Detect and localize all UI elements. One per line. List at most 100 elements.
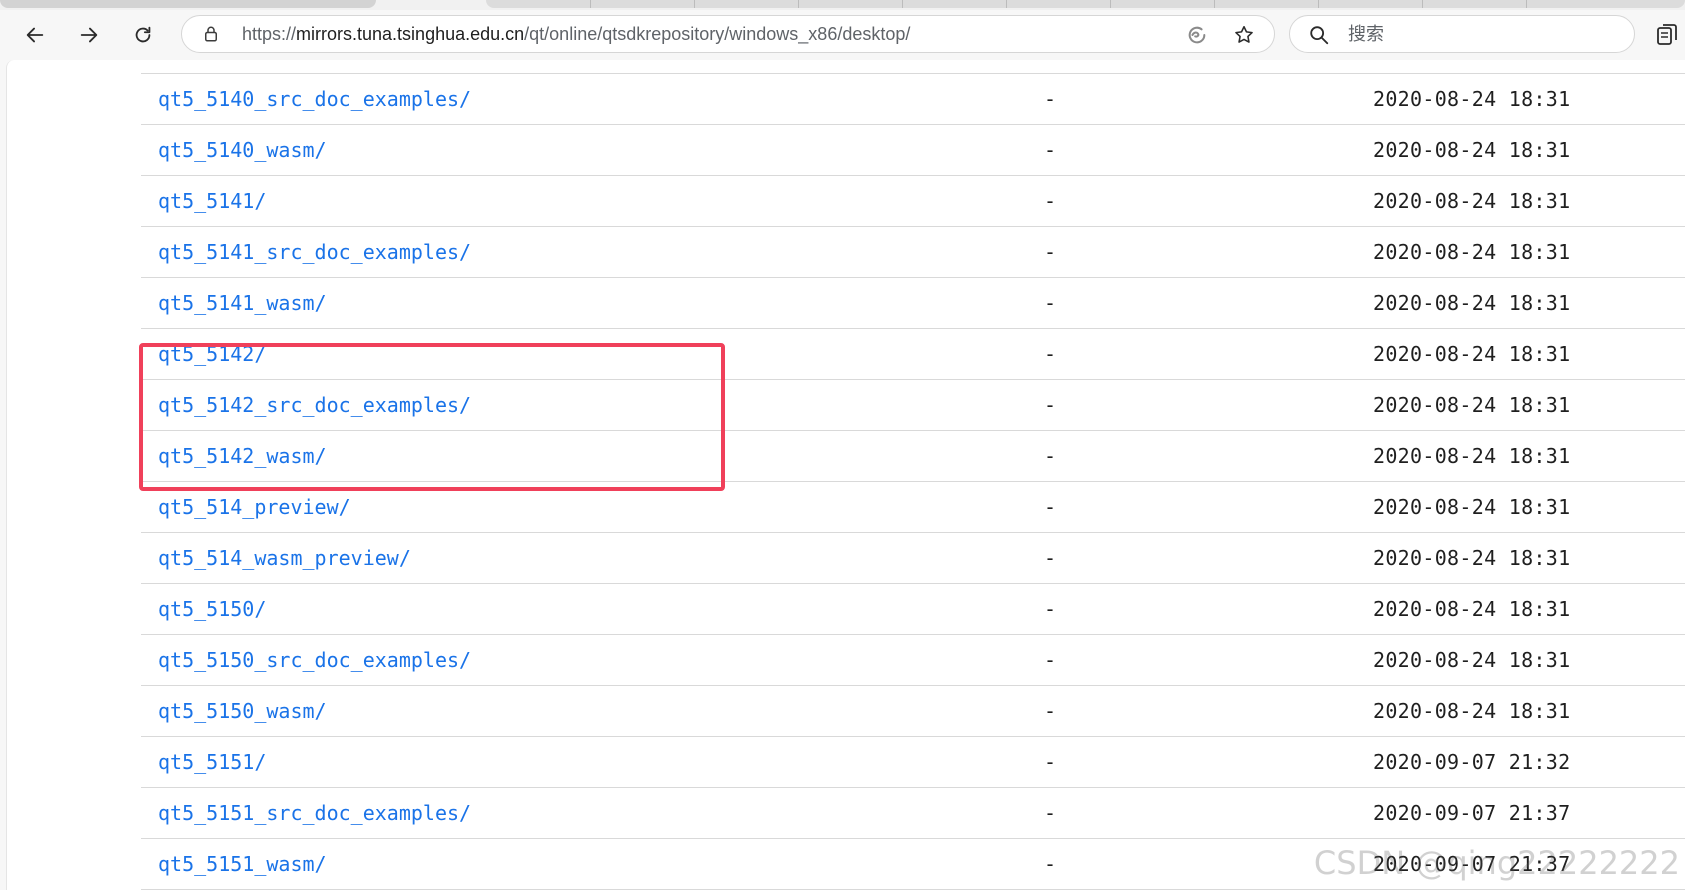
size-cell: - [1044, 495, 1057, 519]
size-cell: - [1044, 240, 1057, 264]
table-row: qt5_514_wasm_preview/ - 2020-08-24 18:31 [141, 533, 1685, 584]
directory-link[interactable]: qt5_5140_src_doc_examples/ [158, 87, 471, 111]
directory-link[interactable]: qt5_5150_wasm/ [158, 699, 327, 723]
table-row: qt5_5140_src_doc_examples/ - 2020-08-24 18… [141, 74, 1685, 125]
table-row: qt5_5151_wasm/ - 2020-09-07 21:37 [141, 839, 1685, 890]
tab-inactive-group[interactable] [486, 0, 1685, 8]
tab-separator [694, 0, 695, 8]
forward-arrow-icon [80, 27, 98, 43]
tab-separator [1422, 0, 1423, 8]
size-cell: - [1044, 87, 1057, 111]
date-cell: 2020-08-24 18:31 [1373, 240, 1571, 264]
tab-separator [902, 0, 903, 8]
star-icon [1235, 25, 1253, 43]
read-aloud-button[interactable] [1186, 24, 1208, 46]
name-cell: qt5_514_wasm_preview/ [158, 533, 411, 583]
size-cell: - [1044, 291, 1057, 315]
directory-listing-page: qt5_5140/-2020-08-24 18:31qt5_5140_src_d… [6, 60, 1685, 890]
date-cell: 2020-09-07 21:37 [1373, 801, 1571, 825]
table-row: qt5_5150_wasm/ - 2020-08-24 18:31 [141, 686, 1685, 737]
date-cell: 2020-08-24 18:31 [1373, 444, 1571, 468]
directory-link[interactable]: qt5_5151/ [158, 750, 266, 774]
address-bar[interactable]: https://mirrors.tuna.tsinghua.edu.cn/qt/… [181, 15, 1275, 53]
forward-button[interactable] [72, 18, 106, 52]
table-row: qt5_5142_src_doc_examples/ - 2020-08-24 18… [141, 380, 1685, 431]
tab-separator [1110, 0, 1111, 8]
date-cell: 2020-09-07 21:37 [1373, 852, 1571, 876]
date-cell: 2020-08-24 18:31 [1373, 60, 1570, 73]
lock-icon[interactable] [202, 25, 220, 43]
table-row: qt5_5142/ - 2020-08-24 18:31 [141, 329, 1685, 380]
tab-separator [1526, 0, 1527, 8]
name-cell: qt5_5140_src_doc_examples/ [158, 74, 471, 124]
date-cell: 2020-08-24 18:31 [1373, 291, 1571, 315]
date-cell: 2020-08-24 18:31 [1373, 342, 1571, 366]
tab-separator [1006, 0, 1007, 8]
table-row: qt5_5141_src_doc_examples/ - 2020-08-24 18… [141, 227, 1685, 278]
table-row: qt5_5141_wasm/ - 2020-08-24 18:31 [141, 278, 1685, 329]
date-cell: 2020-08-24 18:31 [1373, 495, 1571, 519]
tab-separator [1214, 0, 1215, 8]
directory-link[interactable]: qt5_5142_src_doc_examples/ [158, 393, 471, 417]
size-cell: - [1044, 444, 1057, 468]
date-cell: 2020-08-24 18:31 [1373, 138, 1571, 162]
directory-link[interactable]: qt5_5150/ [158, 597, 266, 621]
directory-link[interactable]: qt5_5151_src_doc_examples/ [158, 801, 471, 825]
name-cell: qt5_5151/ [158, 737, 266, 787]
favorite-button[interactable] [1233, 24, 1255, 46]
table-row: qt5_5150_src_doc_examples/ - 2020-08-24 18… [141, 635, 1685, 686]
table-row: qt5_5141/ - 2020-08-24 18:31 [141, 176, 1685, 227]
name-cell: qt5_5141_src_doc_examples/ [158, 227, 471, 277]
search-box[interactable] [1289, 15, 1635, 53]
name-cell: qt5_5142_src_doc_examples/ [158, 380, 471, 430]
back-button[interactable] [18, 18, 52, 52]
url-host: mirrors.tuna.tsinghua.edu.cn [296, 24, 525, 44]
back-arrow-icon [26, 27, 44, 43]
date-cell: 2020-08-24 18:31 [1373, 597, 1571, 621]
directory-link[interactable]: qt5_514_wasm_preview/ [158, 546, 411, 570]
collections-icon[interactable] [1655, 23, 1679, 47]
name-cell: qt5_5142/ [158, 329, 266, 379]
date-cell: 2020-08-24 18:31 [1373, 546, 1571, 570]
name-cell: qt5_5141/ [158, 176, 266, 226]
size-cell: - [1044, 750, 1057, 774]
name-cell: qt5_5150/ [158, 584, 266, 634]
size-cell: - [1044, 801, 1057, 825]
tab-strip [0, 0, 1685, 10]
name-cell: qt5_5150_src_doc_examples/ [158, 635, 471, 685]
size-cell: - [1044, 648, 1057, 672]
name-cell: qt5_5151_wasm/ [158, 839, 327, 889]
directory-link[interactable]: qt5_5142_wasm/ [158, 444, 327, 468]
directory-link[interactable]: qt5_5151_wasm/ [158, 852, 327, 876]
table-row: qt5_514_preview/ - 2020-08-24 18:31 [141, 482, 1685, 533]
table-row: qt5_5140/ - 2020-08-24 18:31 [141, 60, 1685, 74]
url-text[interactable]: https://mirrors.tuna.tsinghua.edu.cn/qt/… [242, 16, 910, 52]
date-cell: 2020-08-24 18:31 [1373, 393, 1571, 417]
directory-link[interactable]: qt5_5142/ [158, 342, 266, 366]
directory-link[interactable]: qt5_5141_src_doc_examples/ [158, 240, 471, 264]
tab-separator [1318, 0, 1319, 8]
table-row: qt5_5140_wasm/ - 2020-08-24 18:31 [141, 125, 1685, 176]
tab-separator [590, 0, 591, 8]
table-row: qt5_5150/ - 2020-08-24 18:31 [141, 584, 1685, 635]
tab-active[interactable] [0, 0, 376, 8]
browser-toolbar: https://mirrors.tuna.tsinghua.edu.cn/qt/… [0, 10, 1685, 60]
size-cell: - [1044, 852, 1057, 876]
tab-separator [798, 0, 799, 8]
size-cell: - [1044, 60, 1056, 73]
size-cell: - [1044, 597, 1057, 621]
reload-button[interactable] [126, 18, 160, 52]
name-cell: qt5_5142_wasm/ [158, 431, 327, 481]
date-cell: 2020-08-24 18:31 [1373, 189, 1571, 213]
directory-link[interactable]: qt5_5141_wasm/ [158, 291, 327, 315]
file-table: qt5_5140/-2020-08-24 18:31qt5_5140_src_d… [141, 60, 1685, 890]
name-cell: qt5_5150_wasm/ [158, 686, 327, 736]
search-input[interactable] [1348, 20, 1618, 48]
url-path: /qt/online/qtsdkrepository/windows_x86/d… [524, 24, 911, 44]
directory-link[interactable]: qt5_5150_src_doc_examples/ [158, 648, 471, 672]
size-cell: - [1044, 546, 1057, 570]
table-row: qt5_5151/ - 2020-09-07 21:32 [141, 737, 1685, 788]
directory-link[interactable]: qt5_514_preview/ [158, 495, 351, 519]
directory-link[interactable]: qt5_5140_wasm/ [158, 138, 327, 162]
directory-link[interactable]: qt5_5141/ [158, 189, 266, 213]
